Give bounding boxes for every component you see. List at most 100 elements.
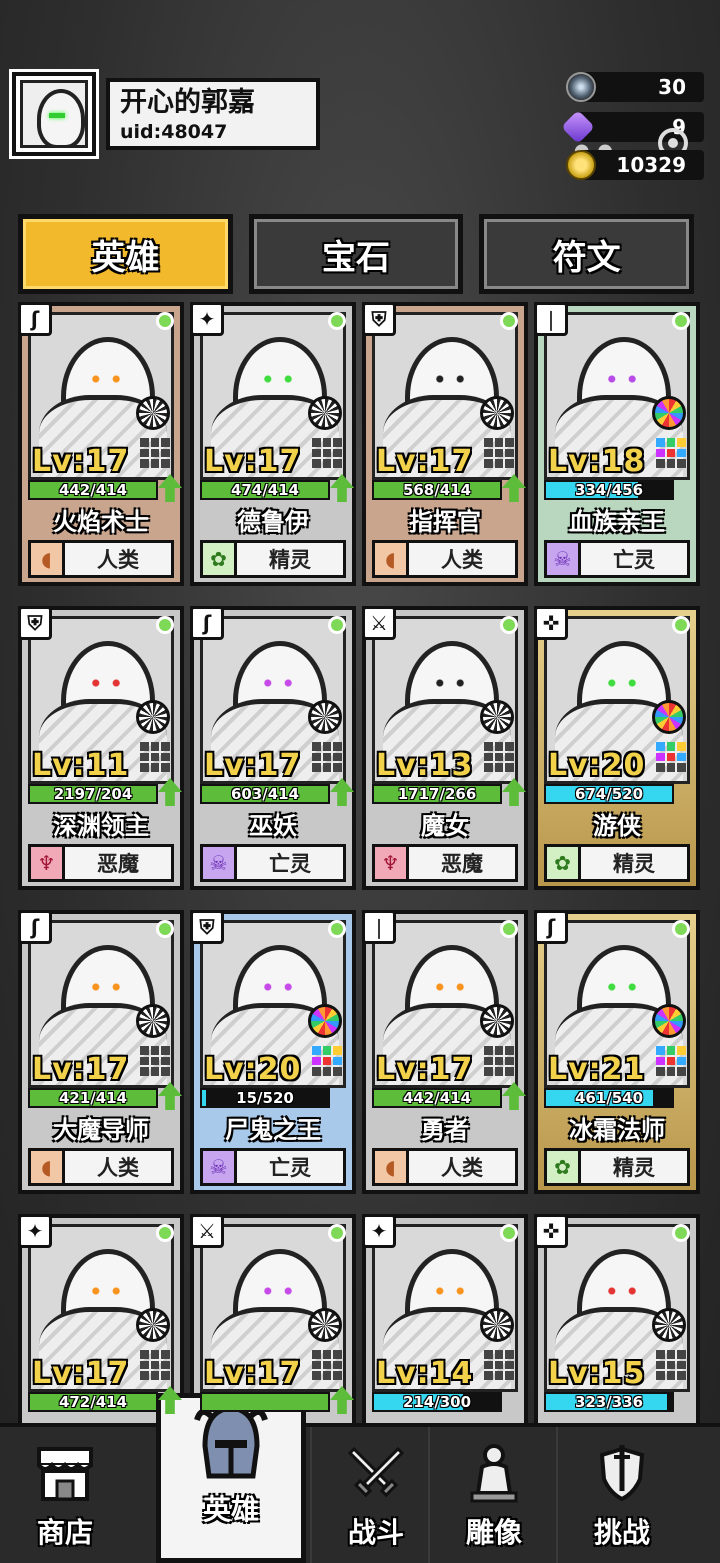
hero-card[interactable]: ʃ Lv:17 603/414 巫妖 ☠ 亡灵 [190, 606, 356, 890]
hero-level: Lv:17 [204, 748, 302, 783]
status-dot-icon [500, 1224, 518, 1242]
xp-bar: 15/520 [200, 1088, 330, 1108]
shop-icon [33, 1441, 97, 1505]
xp-text: 334/456 [574, 481, 644, 499]
hero-eyes [605, 375, 639, 383]
race-tag: ☠ 亡灵 [200, 1148, 346, 1186]
xp-text: 674/520 [574, 785, 644, 803]
xp-bar: 1717/266 [372, 784, 502, 804]
name-plate: 开心的郭嘉 uid:48047 [106, 78, 320, 150]
gold-coin-icon [566, 150, 596, 180]
hero-level: Lv:17 [32, 1052, 130, 1087]
shield-icon: ⛨ [190, 910, 224, 944]
status-dot-icon [500, 312, 518, 330]
race-label: 亡灵 [269, 852, 311, 876]
status-dot-icon [672, 616, 690, 634]
gear-slot-icon [308, 1004, 342, 1038]
race-label: 亡灵 [613, 548, 655, 572]
nav-statue[interactable]: 雕像 [428, 1427, 558, 1563]
nav-heroes[interactable]: 英雄 [156, 1393, 306, 1563]
xp-text [202, 1394, 328, 1410]
xp-bar: 674/520 [544, 784, 674, 804]
hero-card[interactable]: ✜ Lv:20 674/520 游侠 ✿ 精灵 [534, 606, 700, 890]
hero-name: 火焰术士 [53, 508, 149, 536]
status-dot-icon [328, 920, 346, 938]
crystal-counter[interactable]: 30 [566, 72, 704, 102]
hero-card[interactable]: ❘ Lv:18 334/456 血族亲王 ☠ 亡灵 [534, 302, 700, 586]
hero-card[interactable]: ⛨ Lv:11 2197/204 深渊领主 ♆ 恶魔 [18, 606, 184, 890]
avatar[interactable] [12, 72, 96, 156]
hero-card[interactable]: ❘ Lv:17 442/414 勇者 ◖ 人类 [362, 910, 528, 1194]
race-tag: ✿ 精灵 [544, 1148, 690, 1186]
bow-icon: ✜ [534, 606, 568, 640]
status-dot-icon [328, 616, 346, 634]
gear-slot-icon [480, 1004, 514, 1038]
tab-heroes[interactable]: 英雄 [18, 214, 233, 294]
hero-card[interactable]: ʃ Lv:17 442/414 火焰术士 ◖ 人类 [18, 302, 184, 586]
race-tag: ◖ 人类 [28, 540, 174, 578]
nav-shop[interactable]: 商店 [0, 1427, 130, 1563]
player-uid: uid:48047 [120, 121, 228, 143]
hero-card[interactable]: ʃ Lv:21 461/540 冰霜法师 ✿ 精灵 [534, 910, 700, 1194]
hero-card[interactable]: ʃ Lv:17 421/414 大魔导师 ◖ 人类 [18, 910, 184, 1194]
xp-bar: 421/414 [28, 1088, 158, 1108]
hero-level: Lv:18 [548, 444, 646, 479]
race-human-icon: ◖ [31, 1151, 65, 1183]
gear-slot-icon [652, 1004, 686, 1038]
staff-icon: ʃ [18, 302, 52, 336]
hero-name: 血族亲王 [569, 508, 665, 536]
hero-name: 游侠 [593, 812, 641, 840]
xp-bar: 603/414 [200, 784, 330, 804]
tab-runes[interactable]: 符文 [479, 214, 695, 294]
hero-name: 魔女 [421, 812, 469, 840]
gear-slot-icon [652, 396, 686, 430]
gear-slot-icon [652, 1308, 686, 1342]
xp-text: 442/414 [402, 1089, 472, 1107]
hero-card[interactable]: ⛨ Lv:20 15/520 尸鬼之王 ☠ 亡灵 [190, 910, 356, 1194]
status-dot-icon [156, 1224, 174, 1242]
rune-slots-icon [484, 742, 514, 772]
player-profile[interactable]: 开心的郭嘉 uid:48047 [12, 72, 320, 156]
hero-eyes [605, 983, 639, 991]
staff-icon: ʃ [190, 606, 224, 640]
xp-bar: 442/414 [28, 480, 158, 500]
hero-eyes [605, 679, 639, 687]
hero-card[interactable]: ⚔ Lv:13 1717/266 魔女 ♆ 恶魔 [362, 606, 528, 890]
xp-text: 214/300 [402, 1393, 472, 1411]
gear-slot-icon [308, 1308, 342, 1342]
race-tag: ✿ 精灵 [544, 844, 690, 882]
gold-counter[interactable]: 10329 [566, 150, 704, 180]
hero-level: Lv:17 [32, 1356, 130, 1391]
race-tag: ◖ 人类 [372, 540, 518, 578]
xp-bar: 442/414 [372, 1088, 502, 1108]
hero-level: Lv:21 [548, 1052, 646, 1087]
rune-slots-icon [140, 742, 170, 772]
race-label: 亡灵 [269, 1156, 311, 1180]
star-icon: ✦ [362, 1214, 396, 1248]
rune-slots-icon [312, 438, 342, 468]
race-undead-icon: ☠ [203, 847, 237, 879]
tab-gems[interactable]: 宝石 [248, 214, 464, 294]
hero-eyes [261, 679, 295, 687]
hero-card[interactable]: ⛨ Lv:17 568/414 指挥官 ◖ 人类 [362, 302, 528, 586]
hero-eyes [433, 375, 467, 383]
hero-name: 德鲁伊 [237, 508, 309, 536]
gear-slot-icon [136, 1004, 170, 1038]
sword-icon: ⚔ [362, 606, 396, 640]
race-human-icon: ◖ [375, 543, 409, 575]
xp-text: 421/414 [58, 1089, 128, 1107]
race-tag: ✿ 精灵 [200, 540, 346, 578]
xp-bar: 323/336 [544, 1392, 674, 1412]
race-undead-icon: ☠ [203, 1151, 237, 1183]
nav-battle[interactable]: 战斗 [310, 1427, 440, 1563]
gear-slot-icon [308, 396, 342, 430]
xp-bar: 2197/204 [28, 784, 158, 804]
nav-challenge[interactable]: 挑战 [556, 1427, 686, 1563]
rune-slots-icon [656, 438, 686, 468]
gear-slot-icon [136, 700, 170, 734]
bow-icon: ✜ [534, 1214, 568, 1248]
race-undead-icon: ☠ [547, 543, 581, 575]
status-dot-icon [672, 920, 690, 938]
status-dot-icon [328, 1224, 346, 1242]
hero-card[interactable]: ✦ Lv:17 474/414 德鲁伊 ✿ 精灵 [190, 302, 356, 586]
